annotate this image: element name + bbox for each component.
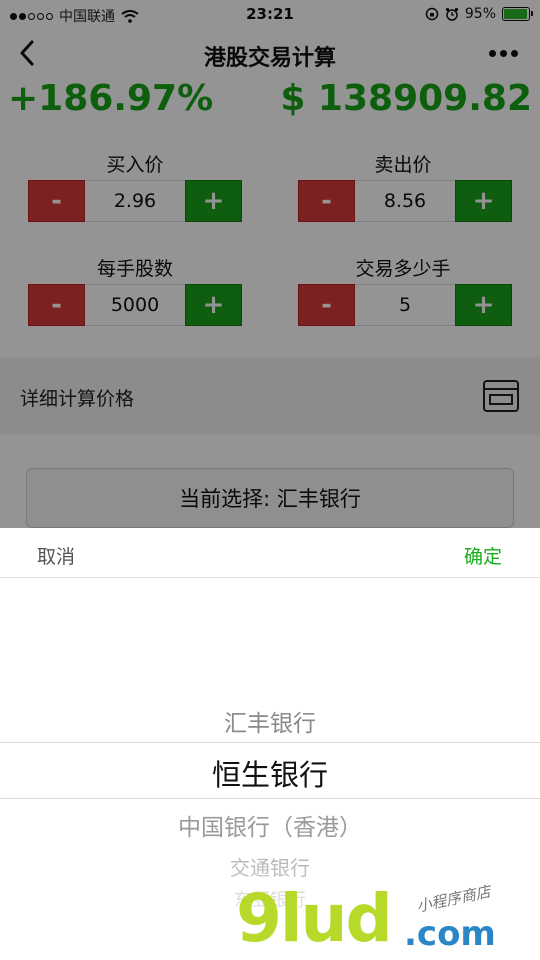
watermark-logo: 9lud .com 小程序商店 — [236, 880, 536, 957]
picker-selection-bottom-line — [0, 798, 540, 799]
picker-option-selected[interactable]: 恒生银行 — [0, 752, 540, 794]
picker-option[interactable]: 汇丰银行 — [0, 704, 540, 738]
watermark-domain: .com — [404, 914, 496, 954]
picker-option[interactable]: 中国银行（香港） — [0, 808, 540, 842]
picker-confirm-button[interactable]: 确定 — [464, 542, 502, 569]
picker-toolbar: 取消 确定 — [0, 528, 540, 578]
picker-option[interactable]: 交通银行 — [0, 852, 540, 881]
picker-cancel-button[interactable]: 取消 — [37, 542, 75, 569]
picker-selection-top-line — [0, 742, 540, 743]
watermark-brand: 9lud — [236, 880, 393, 957]
picker-fade-top — [0, 578, 540, 718]
watermark-tagline: 小程序商店 — [415, 882, 493, 916]
